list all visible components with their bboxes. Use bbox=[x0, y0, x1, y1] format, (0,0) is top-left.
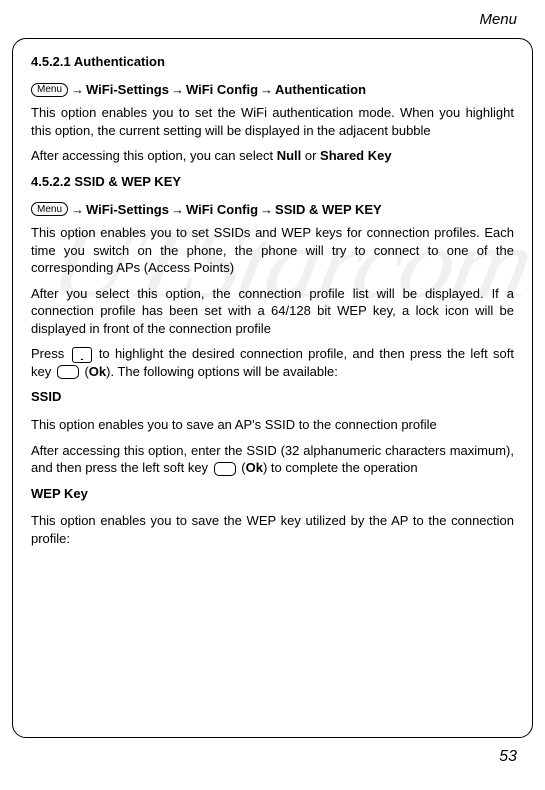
section-heading-ssid-wep: 4.5.2.2 SSID & WEP KEY bbox=[31, 173, 514, 191]
page-number: 53 bbox=[0, 738, 545, 768]
page-header: Menu bbox=[0, 0, 545, 34]
crumb-wifi-config: WiFi Config bbox=[186, 201, 258, 219]
text-null: Null bbox=[277, 148, 302, 163]
crumb-wifi-config: WiFi Config bbox=[186, 81, 258, 99]
para-auth-1: This option enables you to set the WiFi … bbox=[31, 104, 514, 139]
para-ssidwep-1: This option enables you to set SSIDs and… bbox=[31, 224, 514, 277]
header-title: Menu bbox=[479, 11, 517, 28]
sub-heading-wep: WEP Key bbox=[31, 485, 514, 503]
softkey-icon bbox=[57, 365, 79, 379]
breadcrumb-ssid-wep: Menu → WiFi-Settings → WiFi Config → SSI… bbox=[31, 201, 514, 219]
para-ssidwep-2: After you select this option, the connec… bbox=[31, 285, 514, 338]
para-auth-2: After accessing this option, you can sel… bbox=[31, 147, 514, 165]
text: Press bbox=[31, 346, 70, 361]
arrow-icon: → bbox=[69, 81, 86, 99]
crumb-authentication: Authentication bbox=[275, 81, 366, 99]
arrow-icon: → bbox=[69, 201, 86, 219]
text: After accessing this option, you can sel… bbox=[31, 148, 277, 163]
text: ( bbox=[81, 364, 89, 379]
menu-pill-icon: Menu bbox=[31, 83, 68, 97]
crumb-wifi-settings: WiFi-Settings bbox=[86, 201, 169, 219]
softkey-icon bbox=[214, 462, 236, 476]
text-shared-key: Shared Key bbox=[320, 148, 392, 163]
navigation-key-icon bbox=[72, 347, 92, 363]
text: ). The following options will be availab… bbox=[106, 364, 338, 379]
content: 4.5.2.1 Authentication Menu → WiFi-Setti… bbox=[31, 53, 514, 547]
text: ) to complete the operation bbox=[263, 460, 418, 475]
para-ssidwep-3: Press to highlight the desired connectio… bbox=[31, 345, 514, 380]
para-wep-1: This option enables you to save the WEP … bbox=[31, 512, 514, 547]
menu-pill-icon: Menu bbox=[31, 202, 68, 216]
arrow-icon: → bbox=[169, 81, 186, 99]
para-ssid-1: This option enables you to save an AP's … bbox=[31, 416, 514, 434]
section-heading-auth: 4.5.2.1 Authentication bbox=[31, 53, 514, 71]
content-box: UTStarcom 4.5.2.1 Authentication Menu → … bbox=[12, 38, 533, 738]
sub-heading-ssid: SSID bbox=[31, 388, 514, 406]
crumb-ssid-wep-key: SSID & WEP KEY bbox=[275, 201, 382, 219]
text: or bbox=[301, 148, 320, 163]
text-ok: Ok bbox=[89, 364, 106, 379]
arrow-icon: → bbox=[258, 81, 275, 99]
text: ( bbox=[238, 460, 246, 475]
arrow-icon: → bbox=[169, 201, 186, 219]
arrow-icon: → bbox=[258, 201, 275, 219]
crumb-wifi-settings: WiFi-Settings bbox=[86, 81, 169, 99]
text-ok: Ok bbox=[246, 460, 263, 475]
breadcrumb-auth: Menu → WiFi-Settings → WiFi Config → Aut… bbox=[31, 81, 514, 99]
para-ssid-2: After accessing this option, enter the S… bbox=[31, 442, 514, 477]
